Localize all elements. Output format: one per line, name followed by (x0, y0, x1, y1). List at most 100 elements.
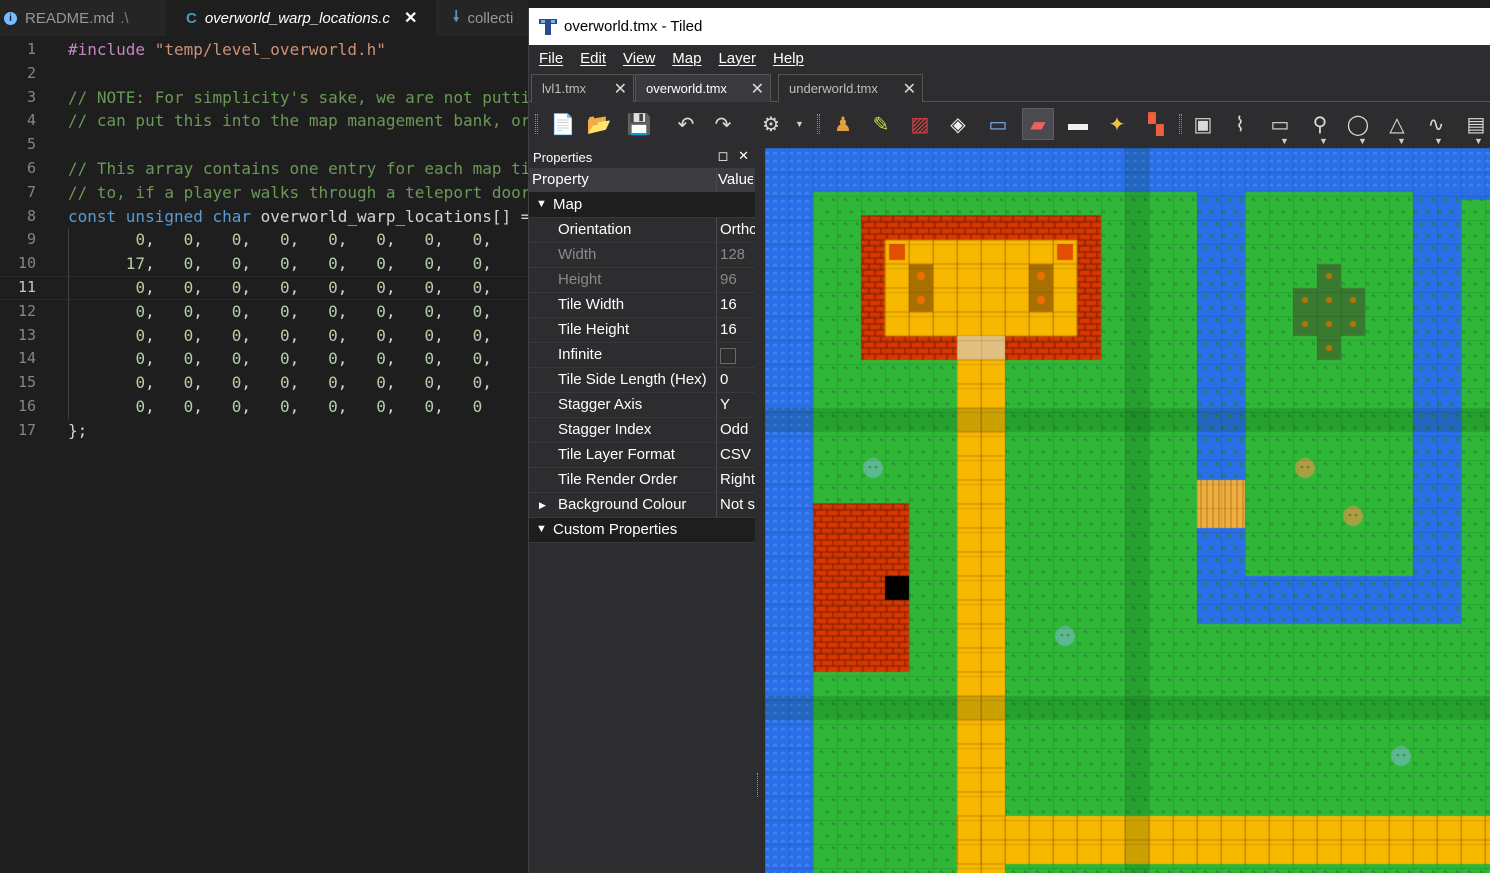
redo-button[interactable]: ↷ (707, 108, 739, 140)
code-token: , (193, 230, 232, 250)
select-objects-button[interactable]: ▣ (1187, 108, 1219, 140)
editor-tab-collection[interactable]: 🠗 collecti (437, 0, 528, 36)
code-line[interactable]: 11 0, 0, 0, 0, 0, 0, 0, 0, (0, 275, 528, 300)
close-icon[interactable]: ✕ (903, 79, 916, 99)
property-value[interactable]: Odd (720, 421, 755, 438)
eraser-button[interactable]: ▰ (1022, 108, 1054, 140)
menu-map[interactable]: Map (672, 50, 701, 67)
close-icon[interactable]: ✕ (751, 79, 764, 99)
menu-help[interactable]: Help (773, 50, 804, 67)
close-icon[interactable]: ✕ (614, 79, 627, 99)
code-line[interactable]: 2 (0, 62, 528, 86)
splitter-grip-icon[interactable] (757, 773, 760, 797)
property-row-width[interactable]: Width 128 (529, 243, 755, 268)
property-row-tile-height[interactable]: Tile Height 16 (529, 318, 755, 343)
toolbar-grip-icon[interactable] (1179, 114, 1182, 134)
close-icon[interactable]: ✕ (404, 8, 417, 28)
open-file-button[interactable]: 📂 (583, 108, 615, 140)
dropdown-arrow-icon[interactable]: ▼ (1358, 136, 1367, 146)
code-line[interactable]: 15 0, 0, 0, 0, 0, 0, 0, 0, (0, 371, 528, 395)
column-header-value[interactable]: Value (718, 171, 753, 188)
column-header-property[interactable]: Property (532, 171, 589, 188)
code-line[interactable]: 6 // This array contains one entry for ea… (0, 157, 530, 181)
doc-tab-overworld[interactable]: overworld.tmx ✕ (635, 74, 771, 102)
dropdown-arrow-icon[interactable]: ▼ (1280, 136, 1289, 146)
bucket-fill-button[interactable]: ◈ (942, 108, 974, 140)
collapse-triangle-icon[interactable]: ▼ (536, 198, 547, 210)
code-line[interactable]: 13 0, 0, 0, 0, 0, 0, 0, 0, (0, 323, 528, 348)
property-value[interactable]: Right (720, 471, 755, 488)
property-row-tile-width[interactable]: Tile Width 16 (529, 293, 755, 318)
map-view[interactable] (765, 148, 1490, 873)
undo-button[interactable]: ↶ (670, 108, 702, 140)
doc-tab-lvl1[interactable]: lvl1.tmx ✕ (531, 74, 634, 102)
code-line[interactable]: 17}; (0, 419, 528, 443)
code-line[interactable]: 8 const unsigned char overworld_warp_loca… (0, 205, 530, 229)
property-value[interactable]: Y (720, 396, 755, 413)
terrain-brush-button[interactable]: ✎ (865, 108, 897, 140)
save-button[interactable]: 💾 (623, 108, 655, 140)
dropdown-arrow-icon[interactable]: ▼ (1319, 136, 1328, 146)
toolbar-grip-icon[interactable] (817, 114, 820, 134)
property-value[interactable]: 0 (720, 371, 755, 388)
property-group-map[interactable]: ▼ Map (529, 193, 755, 218)
property-value[interactable]: 16 (720, 321, 755, 338)
commands-button[interactable]: ⚙ (755, 108, 787, 140)
property-value[interactable]: CSV (720, 446, 755, 463)
panel-splitter[interactable] (755, 147, 765, 873)
property-value[interactable]: 128 (720, 246, 755, 263)
menu-edit[interactable]: Edit (580, 50, 606, 67)
dropdown-arrow-icon[interactable]: ▼ (795, 119, 804, 129)
property-row-orientation[interactable]: Orientation Orthc (529, 218, 755, 243)
new-map-button[interactable]: 📄 (547, 108, 579, 140)
tile-map-canvas[interactable] (765, 148, 1490, 873)
doc-tab-underworld[interactable]: underworld.tmx ✕ (778, 74, 923, 102)
property-row-stagger-axis[interactable]: Stagger Axis Y (529, 393, 755, 418)
code-line[interactable]: 5 (0, 133, 528, 157)
expand-triangle-icon[interactable]: ▶ (539, 500, 546, 511)
property-value[interactable]: Orthc (720, 221, 755, 238)
code-line[interactable]: 9 0, 0, 0, 0, 0, 0, 0, 0, (0, 228, 528, 253)
magic-wand-button[interactable]: ✦ (1101, 108, 1133, 140)
property-row-height[interactable]: Height 96 (529, 268, 755, 293)
code-line[interactable]: 10 17, 0, 0, 0, 0, 0, 0, 0, (0, 252, 528, 276)
property-row-infinite[interactable]: Infinite (529, 343, 755, 368)
code-editor[interactable]: i README.md .\ C overworld_warp_location… (0, 0, 530, 873)
menu-view[interactable]: View (623, 50, 655, 67)
code-line[interactable]: 16 0, 0, 0, 0, 0, 0, 0, 0 (0, 394, 528, 419)
code-line[interactable]: 7 // to, if a player walks through a tele… (0, 181, 530, 205)
property-row-tile-layer-format[interactable]: Tile Layer Format CSV (529, 443, 755, 468)
property-row-background-colour[interactable]: ▶ Background Colour Not s (529, 493, 755, 518)
property-row-tile-render-order[interactable]: Tile Render Order Right (529, 468, 755, 493)
code-line[interactable]: 1 #include "temp/level_overworld.h" (0, 38, 528, 62)
editor-tab-readme[interactable]: i README.md .\ (0, 0, 165, 36)
menu-layer[interactable]: Layer (718, 50, 756, 67)
property-group-custom[interactable]: ▼ Custom Properties (529, 518, 755, 543)
stamp-brush-button[interactable]: ♟ (827, 108, 859, 140)
edit-polygons-button[interactable]: ⌇ (1224, 108, 1256, 140)
code-area[interactable]: 1 #include "temp/level_overworld.h" 2 3 // N… (0, 38, 530, 443)
select-same-tile-button[interactable]: ▚ (1140, 108, 1172, 140)
property-value[interactable]: 96 (720, 271, 755, 288)
collapse-triangle-icon[interactable]: ▼ (536, 523, 547, 535)
float-panel-icon[interactable]: ◻ (718, 148, 729, 163)
toolbar-grip-icon[interactable] (535, 114, 538, 134)
dropdown-arrow-icon[interactable]: ▼ (1397, 136, 1406, 146)
property-value[interactable]: 16 (720, 296, 755, 313)
menu-file[interactable]: File (539, 50, 563, 67)
property-row-tile-side-length-hex[interactable]: Tile Side Length (Hex) 0 (529, 368, 755, 393)
editor-tab-overworld-warp[interactable]: C overworld_warp_locations.c ✕ (166, 0, 436, 36)
code-line[interactable]: 4 // can put this into the map management… (0, 109, 530, 133)
code-line[interactable]: 14 0, 0, 0, 0, 0, 0, 0, 0, (0, 347, 528, 372)
wang-brush-button[interactable]: ▨ (904, 108, 936, 140)
code-line[interactable]: 12 0, 0, 0, 0, 0, 0, 0, 0, (0, 299, 528, 324)
close-icon[interactable]: ✕ (738, 148, 749, 163)
infinite-checkbox[interactable] (720, 348, 736, 364)
rectangle-select-button[interactable]: ▬ (1062, 108, 1094, 140)
dropdown-arrow-icon[interactable]: ▼ (1474, 136, 1483, 146)
dropdown-arrow-icon[interactable]: ▼ (1434, 136, 1443, 146)
shape-fill-button[interactable]: ▭ (982, 108, 1014, 140)
property-row-stagger-index[interactable]: Stagger Index Odd (529, 418, 755, 443)
code-line[interactable]: 3 // NOTE: For simplicity's sake, we are … (0, 86, 530, 110)
property-value[interactable]: Not s (720, 496, 755, 513)
